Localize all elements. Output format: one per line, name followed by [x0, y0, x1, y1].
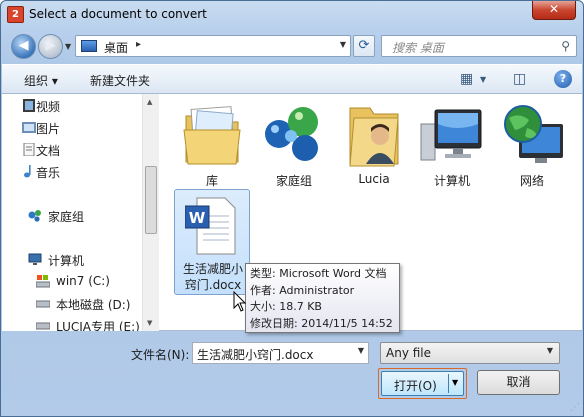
scrollbar-thumb[interactable]: [145, 166, 157, 234]
open-button-face[interactable]: 打开(O) ▼: [381, 371, 464, 396]
homegroup-icon: [265, 107, 318, 161]
title-bar: 2 Select a document to convert ✕: [1, 1, 583, 29]
desktop-location-icon: [81, 40, 97, 52]
scroll-down-icon[interactable]: ▼: [147, 319, 152, 327]
breadcrumb-chevron-icon[interactable]: ▸: [136, 39, 141, 50]
search-icon: ⚲: [561, 39, 570, 53]
word-document-icon: W: [185, 197, 236, 255]
scroll-up-icon[interactable]: ▲: [147, 98, 152, 106]
videos-icon: [23, 99, 35, 112]
navigation-scrollbar[interactable]: ▲ ▼: [142, 94, 159, 331]
breadcrumb-desktop[interactable]: 桌面: [104, 39, 128, 56]
open-options-dropdown-icon[interactable]: ▼: [452, 378, 458, 387]
search-input[interactable]: 搜索 桌面: [392, 39, 444, 56]
file-item-libraries[interactable]: 库: [174, 98, 250, 198]
new-folder-button[interactable]: 新建文件夹: [90, 72, 150, 89]
libraries-icon: [183, 106, 241, 165]
organize-menu[interactable]: 组织 ▾: [24, 72, 58, 89]
address-dropdown-icon[interactable]: ▼: [340, 40, 346, 49]
back-button[interactable]: ◀: [11, 34, 36, 59]
tooltip-type: 类型: Microsoft Word 文档: [250, 267, 387, 280]
sidebar-item-drive-e[interactable]: LUCIA专用 (E:): [56, 318, 140, 331]
file-label-line1: 生活减肥小: [182, 262, 243, 276]
search-box[interactable]: 搜索 桌面 ⚲: [381, 35, 577, 57]
file-label: Lucia: [358, 172, 390, 186]
help-icon[interactable]: ?: [554, 70, 572, 88]
music-icon: [24, 165, 31, 178]
file-item-word-document[interactable]: W 生活减肥小 窍门.docx: [174, 189, 250, 295]
view-options-dropdown-icon[interactable]: ▼: [480, 75, 486, 84]
homegroup-icon: [28, 210, 41, 222]
filename-value[interactable]: 生活减肥小窍门.docx: [197, 348, 313, 362]
svg-text:W: W: [189, 209, 206, 227]
refresh-button[interactable]: ⟳: [353, 35, 375, 57]
documents-icon: [23, 143, 35, 156]
sidebar-item-videos[interactable]: 视频: [36, 98, 60, 115]
close-button[interactable]: ✕: [532, 1, 576, 20]
open-button[interactable]: 打开(O) ▼: [378, 368, 467, 399]
computer-icon: [28, 253, 42, 265]
preview-pane-icon[interactable]: ◫: [513, 71, 526, 87]
tooltip-modified: 修改日期: 2014/11/5 14:52: [250, 316, 393, 330]
open-button-label[interactable]: 打开(O): [394, 377, 437, 394]
file-type-value[interactable]: Any file: [386, 346, 431, 360]
file-label: 计算机: [433, 174, 470, 188]
file-type-select[interactable]: Any file ▼: [380, 342, 560, 364]
file-type-dropdown-icon[interactable]: ▼: [547, 346, 553, 355]
filename-dropdown-icon[interactable]: ▼: [358, 346, 364, 355]
change-view-icon[interactable]: ▦: [460, 71, 473, 87]
computer-icon: [420, 109, 482, 161]
address-bar[interactable]: 桌面 ▸ ▼: [75, 35, 351, 57]
sidebar-item-music[interactable]: 音乐: [36, 164, 60, 181]
recent-locations-dropdown[interactable]: ▼: [65, 42, 71, 51]
tooltip-size: 大小: 18.7 KB: [250, 300, 322, 313]
command-bar: 组织 ▾ 新建文件夹 ▦ ▼ ◫ ?: [2, 64, 582, 94]
sidebar-item-homegroup[interactable]: 家庭组: [48, 208, 84, 225]
filename-input[interactable]: 生活减肥小窍门.docx ▼: [192, 342, 369, 364]
drive-icon: [36, 322, 50, 330]
file-item-lucia[interactable]: Lucia: [336, 98, 412, 198]
sidebar-item-pictures[interactable]: 图片: [36, 120, 60, 137]
file-item-homegroup[interactable]: 家庭组: [256, 98, 332, 198]
open-button-divider: [448, 374, 449, 393]
window-title: Select a document to convert: [29, 7, 207, 21]
tooltip-author: 作者: Administrator: [250, 283, 355, 297]
mouse-cursor-icon: [233, 291, 247, 312]
sidebar-item-documents[interactable]: 文档: [36, 142, 60, 159]
file-info-tooltip: 类型: Microsoft Word 文档 作者: Administrator …: [245, 263, 400, 333]
file-item-network[interactable]: 网络: [494, 98, 570, 198]
pictures-icon: [22, 122, 36, 133]
resize-grip-icon[interactable]: ⋰: [570, 402, 580, 413]
filename-label: 文件名(N):: [131, 348, 190, 362]
file-label: 网络: [519, 174, 544, 188]
forward-button[interactable]: ▶: [38, 34, 63, 59]
file-label: 库: [205, 174, 218, 188]
drive-icon: [36, 300, 50, 308]
file-item-computer[interactable]: 计算机: [414, 98, 490, 198]
app-icon: 2: [7, 6, 24, 23]
system-drive-icon: [36, 275, 50, 288]
sidebar-item-drive-c[interactable]: win7 (C:): [56, 274, 110, 288]
sidebar-item-computer[interactable]: 计算机: [48, 252, 84, 269]
file-open-dialog: 2 Select a document to convert ✕ ◀ ▶ ▼ 桌…: [0, 0, 584, 417]
navigation-pane: 视频 图片 文档 音乐 家庭组 计算机 win7 (C:) 本地磁盘 (D:) …: [2, 94, 142, 331]
file-label: 家庭组: [275, 174, 312, 188]
user-folder-icon: [349, 107, 399, 167]
network-icon: [504, 105, 563, 163]
cancel-button[interactable]: 取消: [477, 370, 560, 395]
sidebar-item-drive-d[interactable]: 本地磁盘 (D:): [56, 296, 130, 313]
